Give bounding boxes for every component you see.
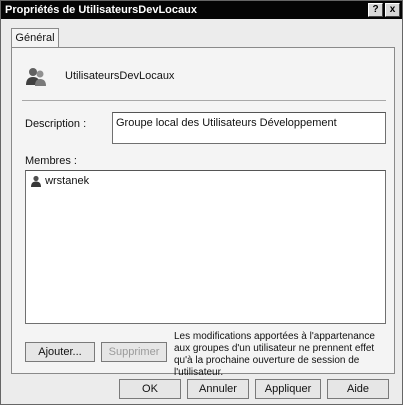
properties-dialog: Propriétés de UtilisateursDevLocaux ? x … <box>0 0 403 405</box>
title-bar[interactable]: Propriétés de UtilisateursDevLocaux ? x <box>1 1 402 19</box>
window-title: Propriétés de UtilisateursDevLocaux <box>5 4 197 16</box>
user-icon <box>30 175 42 188</box>
help-title-button[interactable]: ? <box>368 3 383 17</box>
description-label: Description : <box>25 118 87 130</box>
members-label: Membres : <box>25 155 77 167</box>
cancel-button[interactable]: Annuler <box>187 379 249 399</box>
close-title-button[interactable]: x <box>385 3 400 17</box>
description-field[interactable]: Groupe local des Utilisateurs Développem… <box>112 112 386 144</box>
user-group-icon <box>25 66 47 88</box>
add-button[interactable]: Ajouter... <box>25 342 95 362</box>
apply-button[interactable]: Appliquer <box>255 379 321 399</box>
divider <box>22 100 386 101</box>
membership-note: Les modifications apportées à l'apparten… <box>174 331 375 378</box>
members-list[interactable]: wrstanek <box>25 170 386 324</box>
help-button[interactable]: Aide <box>327 379 389 399</box>
remove-button[interactable]: Supprimer <box>101 342 167 362</box>
list-item[interactable]: wrstanek <box>30 174 89 188</box>
tab-panel-general: UtilisateursDevLocaux Description : Grou… <box>11 47 395 378</box>
ok-button[interactable]: OK <box>119 379 181 399</box>
member-name: wrstanek <box>45 175 90 188</box>
description-value: Groupe local des Utilisateurs Développem… <box>116 117 337 129</box>
tab-general[interactable]: Général <box>11 28 59 48</box>
group-name: UtilisateursDevLocaux <box>65 70 175 82</box>
